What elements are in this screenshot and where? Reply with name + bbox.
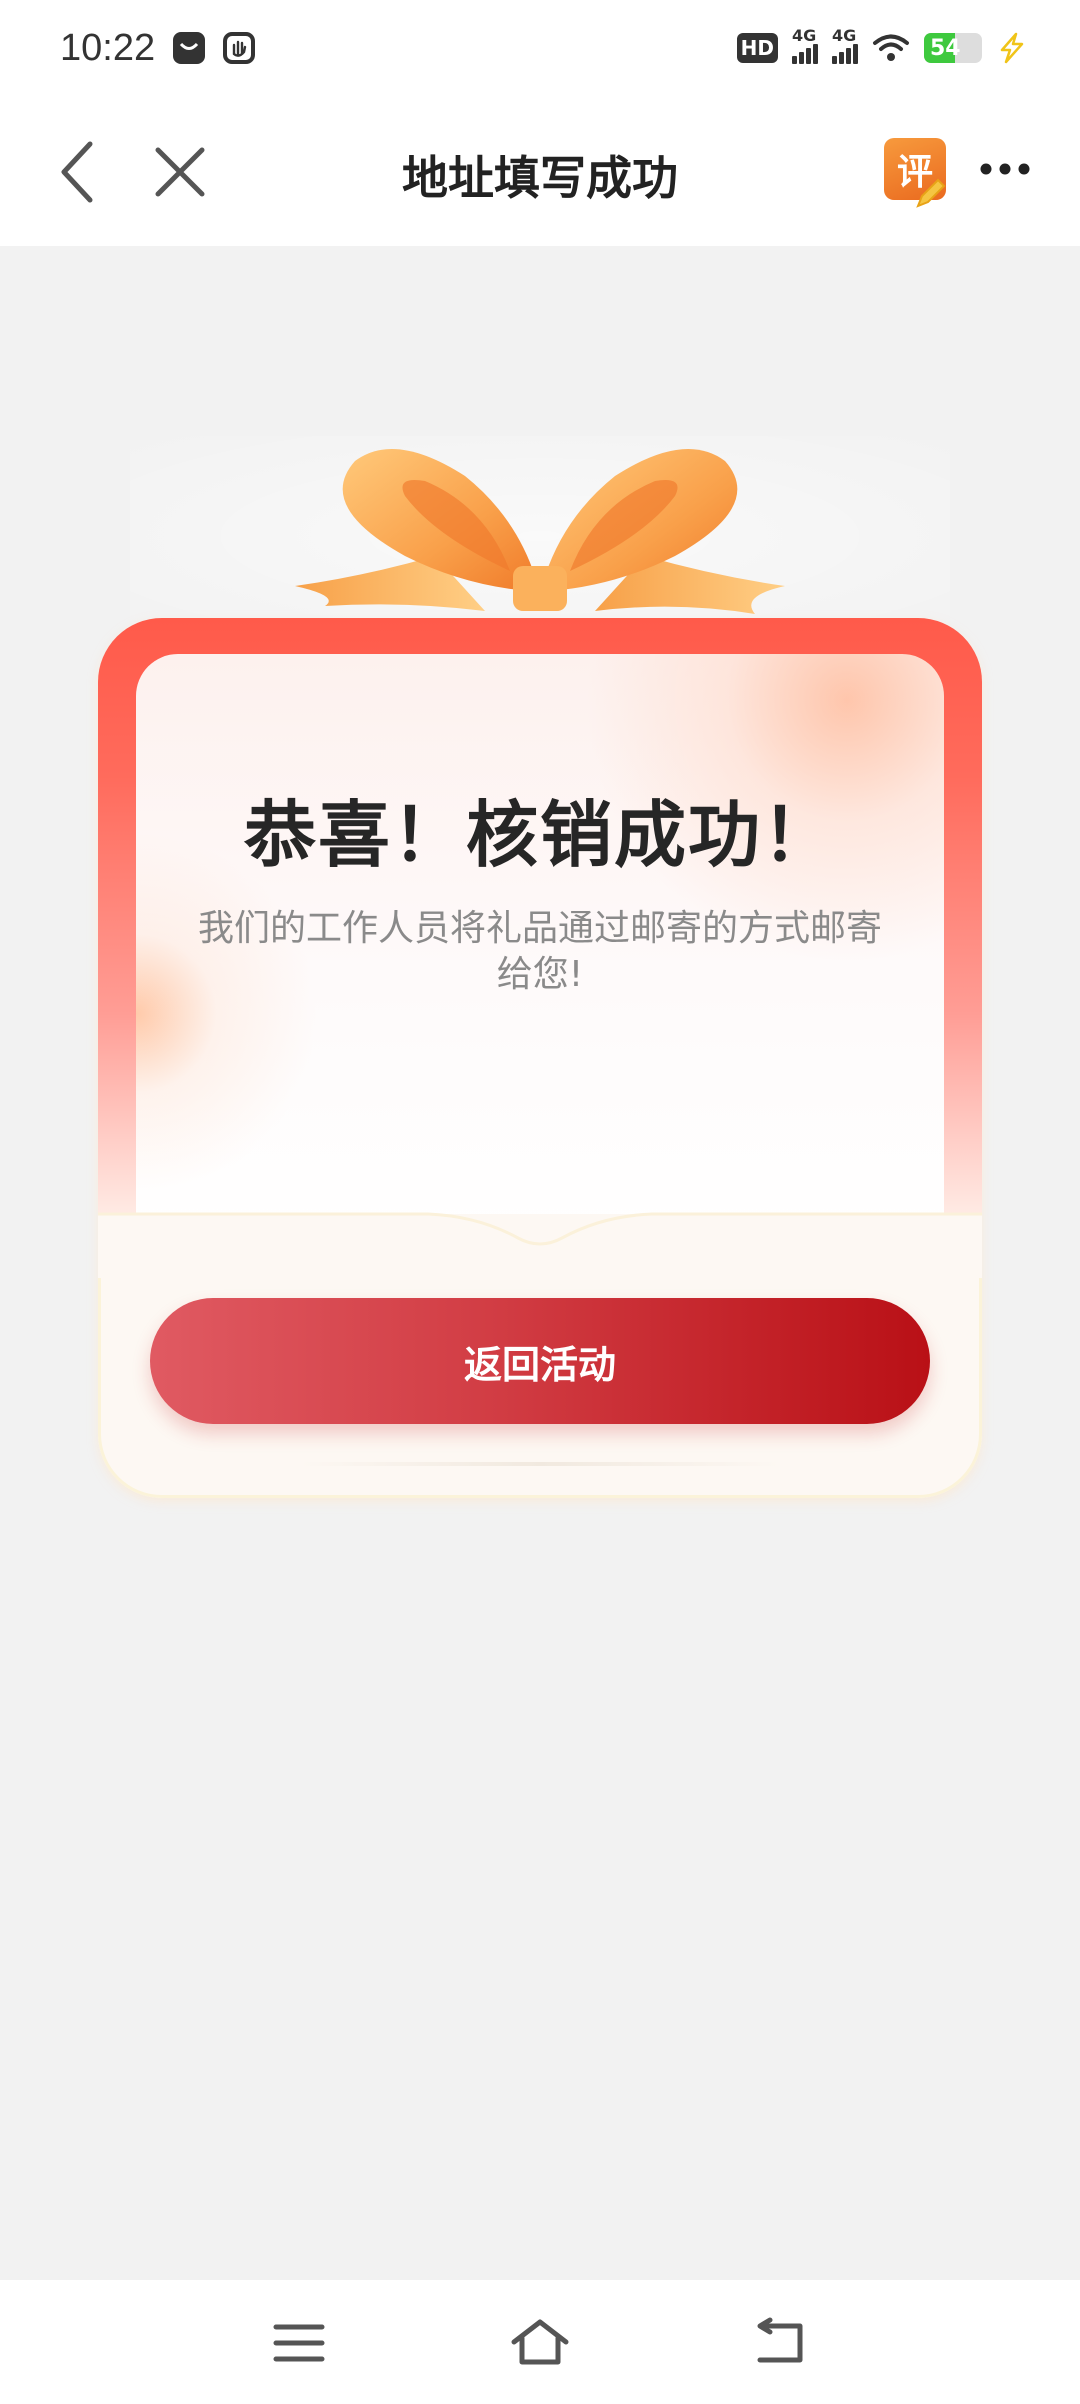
back-icon[interactable] — [752, 2316, 810, 2368]
battery-icon: 54 — [924, 33, 982, 63]
home-icon[interactable] — [508, 2316, 572, 2368]
status-time: 10:22 — [60, 26, 156, 69]
network-label-2: 4G — [832, 26, 857, 45]
status-right: HD 4G 4G 54 — [736, 26, 1026, 64]
network-label-1: 4G — [792, 26, 817, 45]
content-area: 恭喜！核销成功！ 我们的工作人员将礼品通过邮寄的方式邮寄给您! 返回活动 — [0, 246, 1080, 2280]
menu-icon[interactable] — [272, 2322, 326, 2364]
system-nav-bar — [0, 2280, 1080, 2404]
gift-ribbon-icon — [295, 449, 785, 614]
return-activity-button[interactable]: 返回活动 — [150, 1298, 930, 1424]
battery-level: 54 — [930, 35, 961, 61]
wifi-icon — [873, 34, 909, 61]
nav-header: 地址填写成功 评 — [0, 96, 1080, 246]
hand-app-icon — [223, 32, 256, 64]
charging-icon — [1000, 32, 1024, 64]
success-title: 恭喜！核销成功！ — [243, 793, 836, 877]
success-message: 我们的工作人员将礼品通过邮寄的方式邮寄给您! — [197, 908, 882, 995]
signal-icon-2: 4G — [832, 26, 858, 64]
status-bar: 10:22 HD 4G 4G 54 — [0, 0, 1080, 96]
pencil-icon — [916, 178, 946, 208]
more-icon[interactable] — [978, 154, 1032, 184]
divider — [300, 1462, 780, 1466]
status-left: 10:22 — [60, 26, 256, 70]
signal-icon-1: 4G — [792, 26, 818, 64]
notification-app-icon — [173, 32, 206, 64]
card-notch — [98, 1212, 982, 1278]
hd-badge: HD — [736, 33, 778, 63]
